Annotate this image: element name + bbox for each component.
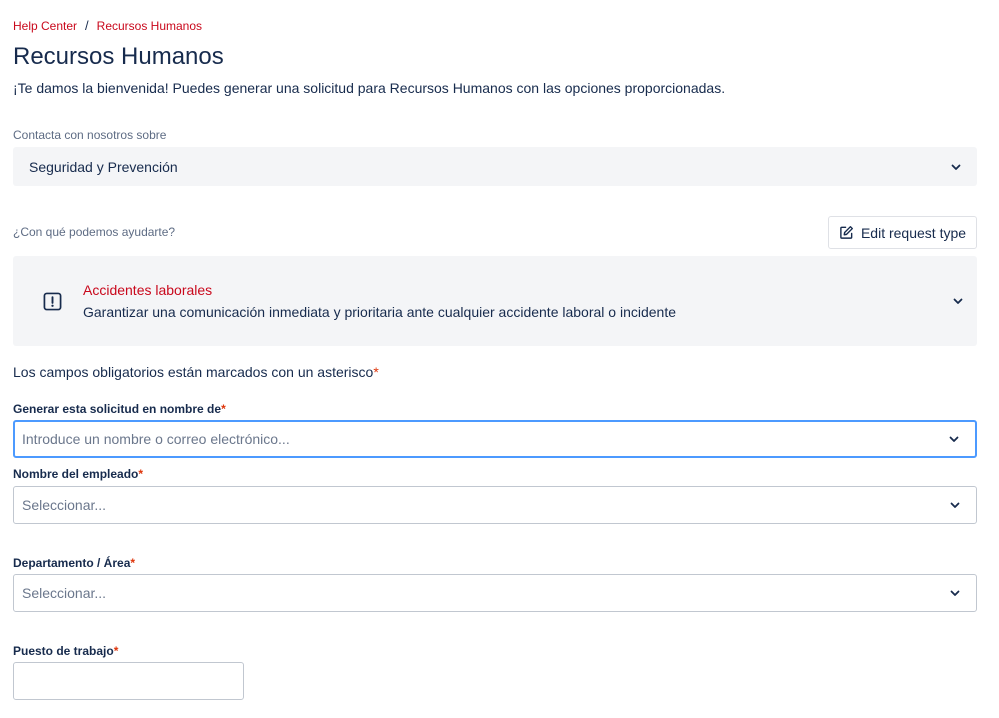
required-note-text: Los campos obligatorios están marcados c… [13,364,374,380]
alert-icon [43,292,62,311]
on-behalf-label-text: Generar esta solicitud en nombre de [13,402,222,416]
contact-topic-value: Seguridad y Prevención [29,158,178,175]
edit-icon [840,225,853,239]
page-title: Recursos Humanos [13,43,224,70]
page-intro: ¡Te damos la bienvenida! Puedes generar … [13,80,726,96]
department-label-text: Departamento / Área [13,556,131,570]
breadcrumb-separator: / [85,18,89,33]
breadcrumb: Help Center / Recursos Humanos [13,18,202,33]
contact-label: Contacta con nosotros sobre [13,128,167,142]
required-asterisk: * [138,467,144,481]
on-behalf-label: Generar esta solicitud en nombre de* [13,402,226,416]
department-select[interactable]: Seleccionar... [13,574,977,612]
on-behalf-placeholder: Introduce un nombre o correo electrónico… [22,431,290,447]
breadcrumb-help-center-link[interactable]: Help Center [13,19,77,33]
job-position-input[interactable] [13,662,244,700]
employee-name-select[interactable]: Seleccionar... [13,486,977,524]
chevron-down-icon [950,590,960,596]
edit-request-type-button[interactable]: Edit request type [828,216,977,249]
help-label: ¿Con qué podemos ayudarte? [13,225,176,239]
request-type-description: Garantizar una comunicación inmediata y … [83,304,677,320]
required-asterisk: * [130,556,136,570]
department-placeholder: Seleccionar... [22,585,107,601]
chevron-down-icon [949,436,959,442]
edit-request-type-label: Edit request type [860,224,967,241]
request-type-card[interactable]: Accidentes laborales Garantizar una comu… [13,256,977,346]
employee-name-label-text: Nombre del empleado [13,467,139,481]
job-position-label-text: Puesto de trabajo [13,644,114,658]
required-asterisk: * [221,402,226,416]
breadcrumb-current-link[interactable]: Recursos Humanos [97,19,202,33]
job-position-label: Puesto de trabajo* [13,644,118,658]
required-fields-note: Los campos obligatorios están marcados c… [13,364,379,380]
department-label: Departamento / Área* [13,556,135,570]
employee-name-label: Nombre del empleado* [13,467,143,481]
chevron-down-icon [950,502,960,508]
chevron-down-icon [951,164,961,170]
employee-name-placeholder: Seleccionar... [22,497,107,513]
required-asterisk: * [373,364,379,380]
required-asterisk: * [113,644,119,658]
contact-topic-select[interactable]: Seguridad y Prevención [13,147,977,186]
on-behalf-select[interactable]: Introduce un nombre o correo electrónico… [13,420,977,458]
request-type-title: Accidentes laborales [83,282,213,298]
chevron-down-icon [953,298,963,304]
